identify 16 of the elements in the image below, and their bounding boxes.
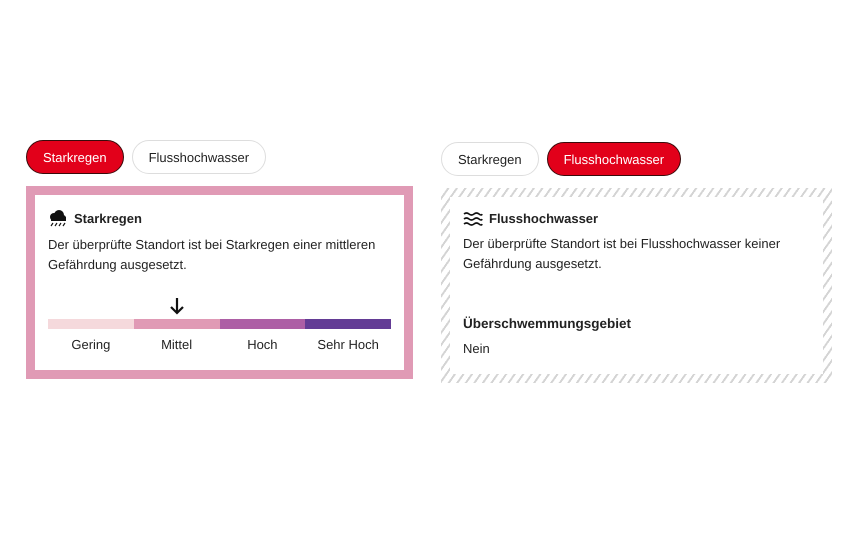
tab[interactable]: Starkregen — [441, 142, 539, 176]
card-title: Flusshochwasser — [489, 211, 598, 226]
tab[interactable]: Flusshochwasser — [546, 142, 682, 176]
rain-cloud-icon — [48, 209, 68, 227]
detail-heading: Überschwemmungsgebiet — [463, 316, 632, 331]
card-title: Starkregen — [74, 210, 142, 226]
scale-label: Sehr Hoch — [316, 337, 380, 352]
tab[interactable]: Starkregen — [26, 140, 124, 174]
tab[interactable]: Flusshochwasser — [132, 140, 266, 174]
scale-label: Mittel — [160, 337, 194, 352]
scale-label: Hoch — [246, 337, 279, 352]
scale-label: Gering — [70, 337, 112, 352]
waves-icon — [463, 212, 483, 226]
card-description: Der überprüfte Standort ist bei Starkregen einer mittleren Gefährdung ausgesetzt. — [48, 236, 376, 274]
detail-value: Nein — [463, 341, 491, 356]
card-description: Der überprüfte Standort ist bei Flusshochwasser keiner Gefährdung ausgesetzt. — [463, 235, 782, 273]
